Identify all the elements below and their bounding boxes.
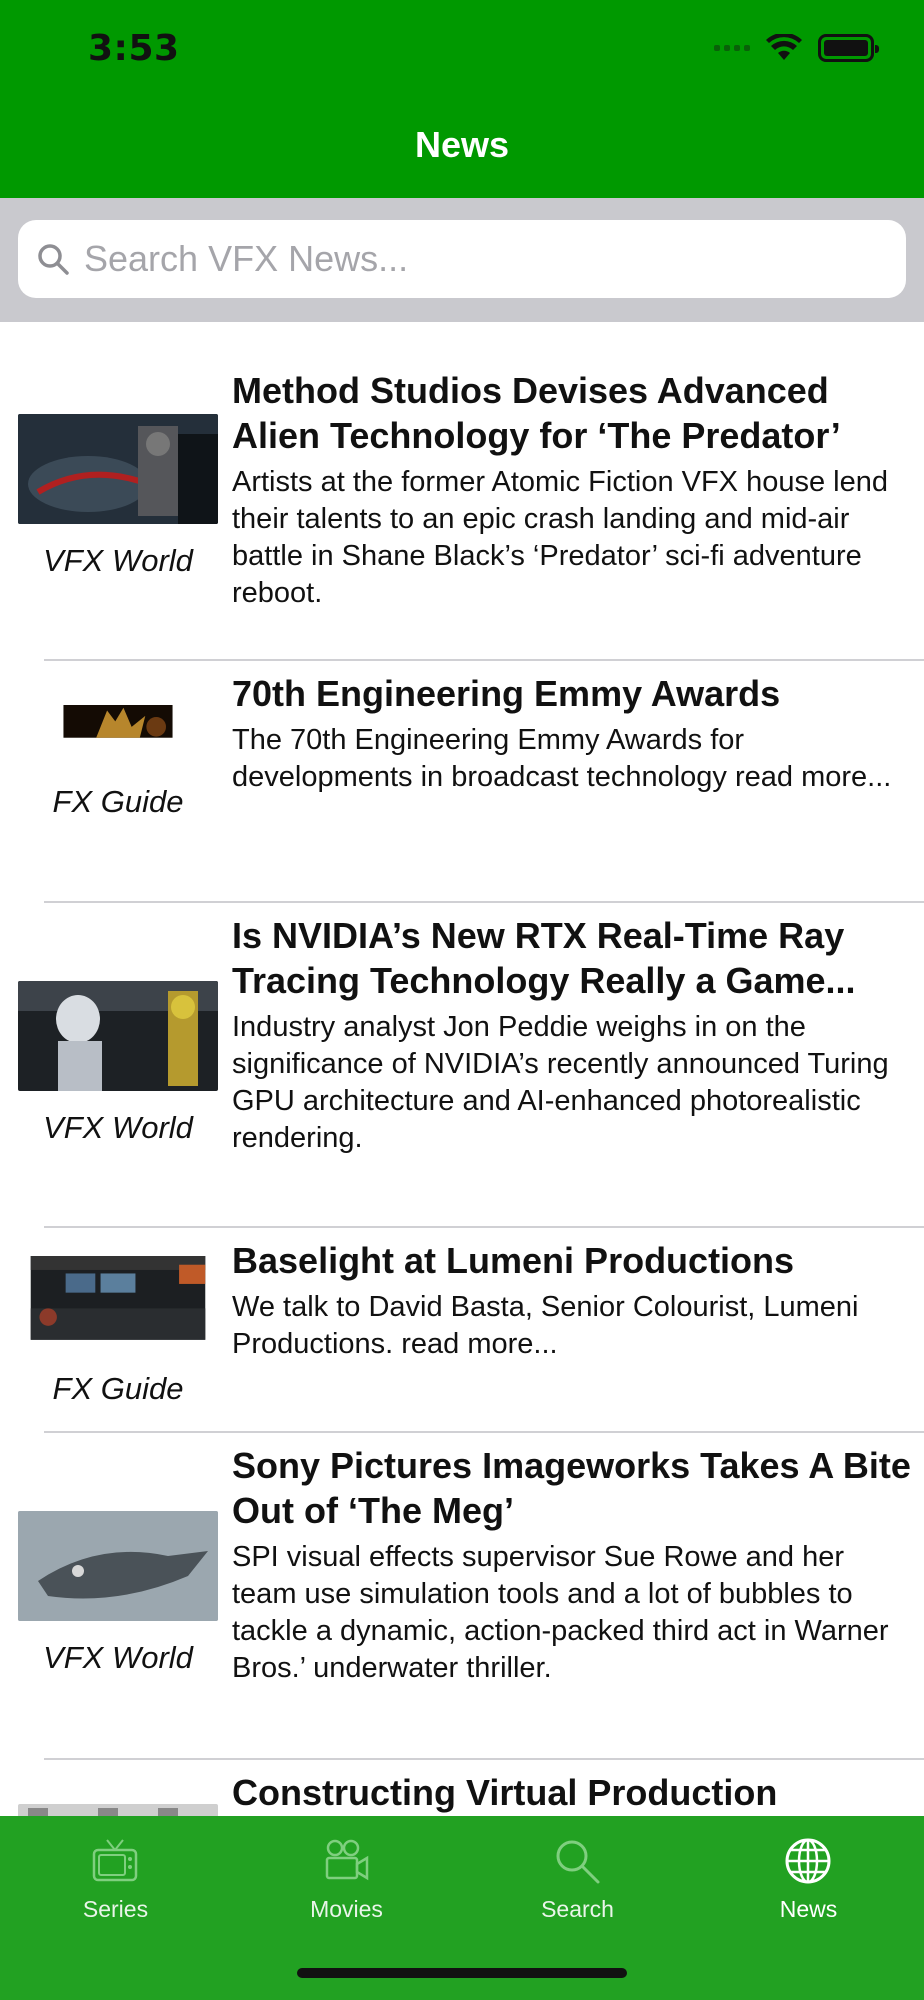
- news-list[interactable]: VFX World Method Studios Devises Advance…: [0, 322, 924, 1816]
- battery-icon: [818, 34, 879, 62]
- tab-label: Search: [541, 1896, 614, 1922]
- article-title: Sony Pictures Imageworks Takes A Bite Ou…: [232, 1445, 911, 1531]
- article-description: We talk to David Basta, Senior Colourist…: [232, 1291, 859, 1360]
- article-thumbnail: [18, 414, 218, 524]
- wifi-icon: [766, 34, 802, 60]
- tv-icon: [92, 1839, 138, 1882]
- news-item[interactable]: Constructing Virtual Production: [0, 1760, 924, 1816]
- news-item[interactable]: VFX World Sony Pictures Imageworks Takes…: [0, 1433, 924, 1759]
- article-description: Artists at the former Atomic Fiction VFX…: [232, 466, 888, 609]
- article-description: SPI visual effects supervisor Sue Rowe a…: [232, 1541, 889, 1684]
- navigation-header: 3:53 News: [0, 0, 924, 198]
- article-source: VFX World: [43, 1640, 193, 1675]
- article-description: The 70th Engineering Emmy Awards for dev…: [232, 724, 892, 793]
- article-thumbnail: [18, 1804, 218, 1816]
- article-title: Constructing Virtual Production: [232, 1772, 778, 1813]
- article-title: Is NVIDIA’s New RTX Real-Time Ray Tracin…: [232, 915, 856, 1001]
- search-input[interactable]: [84, 238, 884, 280]
- article-title: Method Studios Devises Advanced Alien Te…: [232, 370, 841, 456]
- news-item[interactable]: VFX World Method Studios Devises Advance…: [0, 322, 924, 660]
- home-indicator[interactable]: [297, 1968, 627, 1978]
- article-description: Industry analyst Jon Peddie weighs in on…: [232, 1011, 889, 1154]
- article-title: Baselight at Lumeni Productions: [232, 1240, 795, 1281]
- news-item[interactable]: FX Guide 70th Engineering Emmy Awards Th…: [0, 661, 924, 903]
- article-thumbnail: [30, 1256, 206, 1340]
- tab-search[interactable]: Search: [462, 1816, 693, 1946]
- status-indicators: [714, 34, 879, 62]
- globe-icon: [785, 1838, 831, 1884]
- article-source: FX Guide: [52, 784, 184, 819]
- movie-camera-icon: [325, 1839, 369, 1881]
- article-thumbnail: [18, 1511, 218, 1621]
- cellular-signal-icon: [714, 45, 750, 51]
- tab-movies[interactable]: Movies: [231, 1816, 462, 1946]
- tab-news[interactable]: News: [693, 1816, 924, 1946]
- article-title: 70th Engineering Emmy Awards: [232, 673, 781, 714]
- page-title: News: [414, 124, 510, 165]
- article-thumbnail: [63, 705, 173, 738]
- search-bar[interactable]: [18, 220, 906, 298]
- search-icon: [556, 1840, 600, 1884]
- news-item[interactable]: FX Guide Baselight at Lumeni Productions…: [0, 1228, 924, 1432]
- tab-label: Movies: [310, 1896, 383, 1922]
- article-source: VFX World: [43, 1110, 193, 1145]
- tab-label: Series: [82, 1896, 149, 1922]
- article-source: FX Guide: [52, 1371, 184, 1406]
- search-icon: [38, 244, 69, 275]
- news-item[interactable]: VFX World Is NVIDIA’s New RTX Real-Time …: [0, 903, 924, 1228]
- search-bar-container: [0, 198, 924, 322]
- article-source: VFX World: [43, 543, 193, 578]
- article-thumbnail: [18, 981, 218, 1091]
- tab-series[interactable]: Series: [0, 1816, 231, 1946]
- tab-label: News: [779, 1896, 838, 1922]
- status-time: 3:53: [88, 28, 180, 69]
